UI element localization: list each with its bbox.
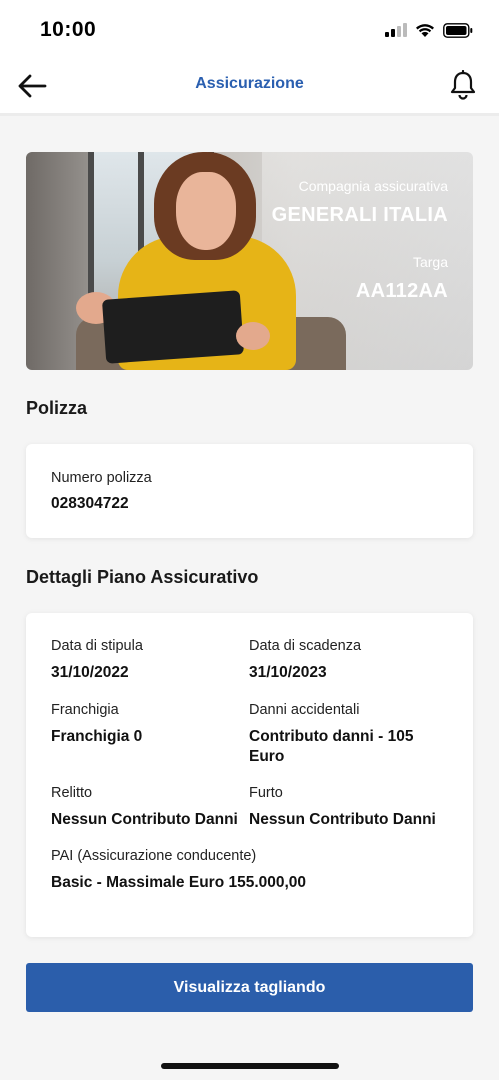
battery-icon bbox=[443, 22, 473, 38]
company-label: Compagnia assicurativa bbox=[298, 178, 448, 194]
policy-number-value: 028304722 bbox=[51, 495, 129, 512]
stipula-value: 31/10/2022 bbox=[51, 664, 129, 681]
bell-icon bbox=[450, 70, 476, 100]
company-value: GENERALI ITALIA bbox=[271, 204, 448, 226]
stipula-label: Data di stipula bbox=[51, 638, 143, 654]
scadenza-value: 31/10/2023 bbox=[249, 664, 327, 681]
pai-value: Basic - Massimale Euro 155.000,00 bbox=[51, 874, 307, 891]
furto-label: Furto bbox=[249, 785, 283, 801]
franchigia-label: Franchigia bbox=[51, 702, 119, 718]
danni-value: Contributo danni - 105 Euro bbox=[249, 728, 414, 765]
status-icons bbox=[385, 20, 473, 40]
view-coupon-button[interactable]: Visualizza tagliando bbox=[26, 963, 473, 1012]
page-title: Assicurazione bbox=[195, 75, 304, 92]
plan-details-card: Data di stipula 31/10/2022 Data di scade… bbox=[26, 613, 473, 937]
plate-value: AA112AA bbox=[355, 280, 448, 302]
policy-section-title: Polizza bbox=[26, 398, 88, 418]
policy-card: Numero polizza 028304722 bbox=[26, 444, 473, 538]
relitto-value: Nessun Contributo Danni bbox=[51, 811, 238, 828]
policy-number-label: Numero polizza bbox=[51, 470, 152, 486]
signal-icon bbox=[385, 23, 407, 37]
home-indicator bbox=[161, 1063, 339, 1069]
plan-section-title: Dettagli Piano Assicurativo bbox=[26, 567, 259, 587]
plate-label: Targa bbox=[412, 254, 448, 270]
relitto-label: Relitto bbox=[51, 785, 93, 801]
danni-label: Danni accidentali bbox=[249, 702, 360, 718]
app-header: Assicurazione bbox=[0, 58, 499, 116]
franchigia-value: Franchigia 0 bbox=[51, 728, 143, 745]
notifications-button[interactable] bbox=[445, 67, 481, 103]
status-bar: 10:00 bbox=[0, 0, 499, 58]
status-time: 10:00 bbox=[40, 18, 97, 41]
pai-label: PAI (Assicurazione conducente) bbox=[51, 848, 257, 864]
insurance-hero-card: Compagnia assicurativa GENERALI ITALIA T… bbox=[26, 152, 473, 370]
furto-value: Nessun Contributo Danni bbox=[249, 811, 436, 828]
scadenza-label: Data di scadenza bbox=[249, 638, 362, 654]
wifi-icon bbox=[416, 23, 434, 37]
